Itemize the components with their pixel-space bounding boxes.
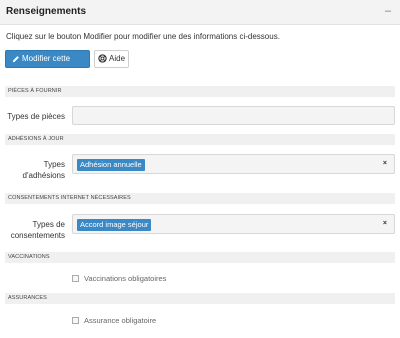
section-title: ASSURANCES <box>8 295 47 301</box>
consents-label-line1: Types de <box>32 220 65 229</box>
help-button[interactable]: Aide <box>94 50 129 68</box>
section-title: CONSENTEMENTS INTERNET NÉCESSAIRES <box>8 195 131 201</box>
minus-icon: – <box>384 5 392 17</box>
panel-title: Renseignements <box>6 6 87 17</box>
section-consents: CONSENTEMENTS INTERNET NÉCESSAIRES <box>5 193 395 204</box>
section-insurance: ASSURANCES <box>5 293 395 304</box>
consents-select[interactable]: Accord image séjour × <box>72 214 395 234</box>
panel-header: Renseignements – <box>0 0 400 25</box>
adhesions-label-line1: Types <box>43 160 65 169</box>
section-adhesions: ADHÉSIONS À JOUR <box>5 134 395 145</box>
section-title: PIÈCES À FOURNIR <box>8 88 62 94</box>
insurance-checkbox-label: Assurance obligatoire <box>84 316 157 325</box>
section-vaccinations: VACCINATIONS <box>5 252 395 263</box>
collapse-button[interactable]: – <box>382 3 394 19</box>
documents-input[interactable] <box>72 106 395 125</box>
pencil-icon <box>12 56 19 63</box>
consents-label-line2: consentements <box>10 231 65 240</box>
edit-page-button[interactable]: Modifier cette page <box>5 50 90 79</box>
adhesions-field-label: Types d'adhésions <box>6 159 65 181</box>
adhesions-select[interactable]: Adhésion annuelle × <box>72 154 395 174</box>
documents-field-label: Types de pièces <box>7 112 65 121</box>
consents-field-label: Types de consentements <box>6 219 65 241</box>
vaccinations-checkbox-label: Vaccinations obligatoires <box>84 274 167 283</box>
intro-text: Cliquez sur le bouton Modifier pour modi… <box>6 32 280 41</box>
section-documents: PIÈCES À FOURNIR <box>5 86 395 97</box>
insurance-checkbox[interactable] <box>72 317 79 324</box>
section-title: VACCINATIONS <box>8 254 50 260</box>
clear-icon[interactable]: × <box>383 220 387 227</box>
adhesion-tag: Adhésion annuelle <box>77 159 145 171</box>
edit-page-label: Modifier cette page <box>12 54 71 79</box>
help-label: Aide <box>109 54 126 63</box>
clear-icon[interactable]: × <box>383 160 387 167</box>
section-title: ADHÉSIONS À JOUR <box>8 136 64 142</box>
adhesions-label-line2: d'adhésions <box>22 171 65 180</box>
consent-tag: Accord image séjour <box>77 219 152 231</box>
vaccinations-checkbox[interactable] <box>72 275 79 282</box>
help-icon <box>98 54 107 64</box>
